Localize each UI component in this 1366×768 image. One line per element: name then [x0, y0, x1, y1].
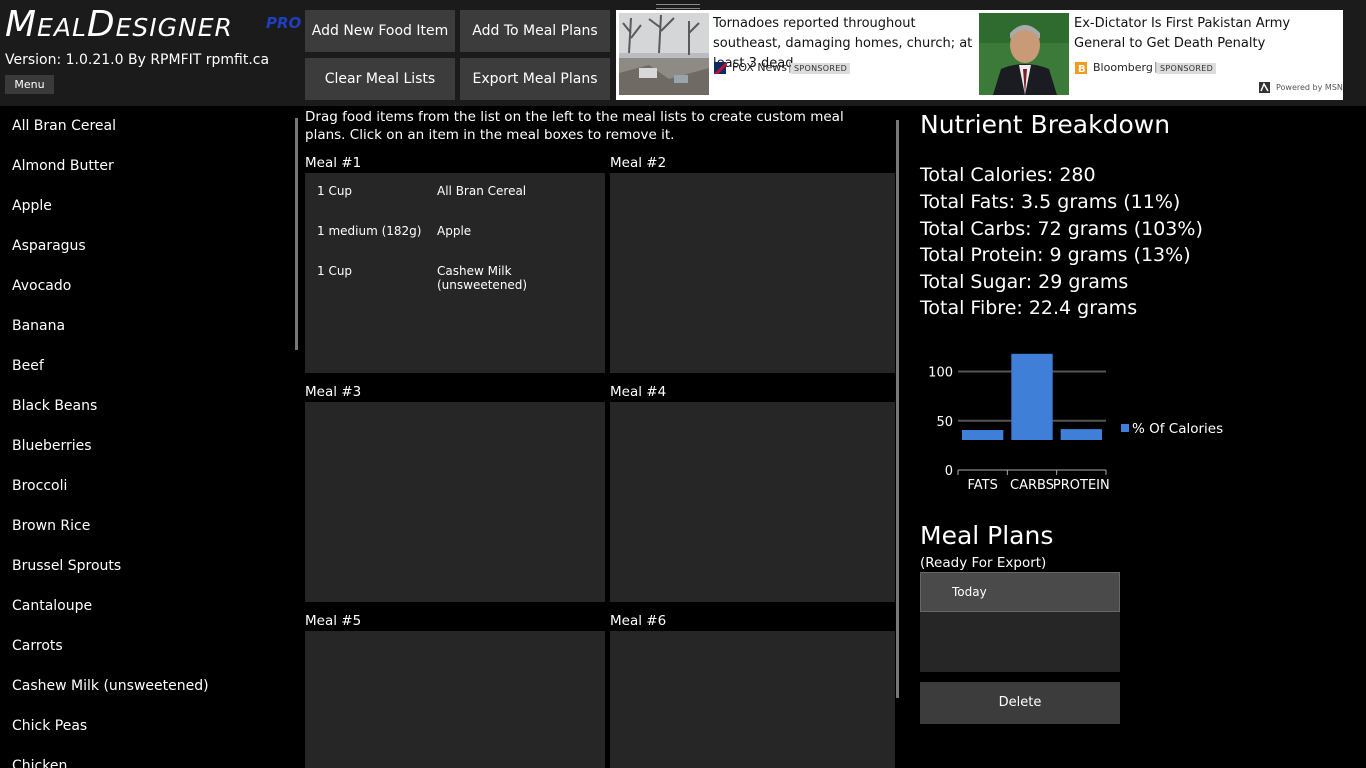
- meal-6-box[interactable]: [610, 631, 895, 768]
- food-list-item[interactable]: Brown Rice: [12, 518, 90, 534]
- meal-item-qty[interactable]: 1 medium (182g): [317, 224, 421, 238]
- food-list-item[interactable]: Almond Butter: [12, 158, 114, 174]
- food-list-item[interactable]: Brussel Sprouts: [12, 558, 121, 574]
- nutrient-breakdown-title: Nutrient Breakdown: [920, 110, 1171, 139]
- food-list-item[interactable]: Banana: [12, 318, 65, 334]
- x-tick-label: CARBS: [1010, 478, 1054, 493]
- y-tick-label: 0: [945, 464, 953, 479]
- svg-text:B: B: [1078, 64, 1086, 74]
- ad-image-portrait[interactable]: [979, 13, 1069, 95]
- meal-4-box[interactable]: [610, 402, 895, 602]
- instructions-text: Drag food items from the list on the lef…: [305, 109, 844, 143]
- food-list-item[interactable]: Carrots: [12, 638, 63, 654]
- calorie-chart: 0 50 100 FATS CARBSPROTEIN % Of Calories: [928, 353, 1223, 493]
- total-fibre: Total Fibre: 22.4 grams: [920, 297, 1138, 319]
- food-list-item[interactable]: Cashew Milk (unsweetened): [12, 678, 209, 694]
- y-tick-label: 50: [936, 415, 953, 430]
- food-list-item[interactable]: Apple: [12, 198, 52, 214]
- meal-plan-item[interactable]: Today: [920, 572, 1120, 612]
- meal-1-box[interactable]: 1 Cup All Bran Cereal 1 medium (182g) Ap…: [305, 173, 605, 373]
- meals-scrollbar[interactable]: [896, 120, 899, 698]
- total-protein: Total Protein: 9 grams (13%): [920, 244, 1191, 266]
- food-list-item[interactable]: Cantaloupe: [12, 598, 92, 614]
- meal-1-label: Meal #1: [305, 155, 362, 171]
- ad-banner[interactable]: Tornadoes reported throughout southeast,…: [616, 10, 1343, 100]
- food-list-item[interactable]: Black Beans: [12, 398, 97, 414]
- food-list-item[interactable]: Chick Peas: [12, 718, 87, 734]
- food-list-item[interactable]: Chicken: [12, 758, 67, 768]
- total-sugar: Total Sugar: 29 grams: [920, 271, 1129, 293]
- meal-2-box[interactable]: [610, 173, 895, 373]
- x-tick-label: FATS: [967, 478, 997, 493]
- meal-5-box[interactable]: [305, 631, 605, 768]
- total-carbs: Total Carbs: 72 grams (103%): [920, 218, 1203, 240]
- meal-plans-title: Meal Plans: [920, 521, 1054, 550]
- meal-3-box[interactable]: [305, 402, 605, 602]
- app-logo-pro: PRO: [266, 14, 302, 32]
- meal-plan-item-label: Today: [952, 585, 987, 599]
- meal-item-qty[interactable]: 1 Cup: [317, 184, 352, 198]
- food-list-item[interactable]: Broccoli: [12, 478, 67, 494]
- fox-news-logo-icon: [714, 62, 726, 74]
- x-tick-label: PROTEIN: [1053, 478, 1110, 493]
- ad-sponsored-tag-1: SPONSORED: [791, 63, 851, 74]
- ad-image-storm[interactable]: [619, 13, 709, 95]
- bar-carbs: [1011, 353, 1053, 440]
- total-calories: Total Calories: 280: [920, 164, 1096, 186]
- meal-5-label: Meal #5: [305, 613, 362, 629]
- ad-headline-2[interactable]: Ex-Dictator Is First Pakistan Army Gener…: [1074, 14, 1336, 54]
- add-new-food-item-button[interactable]: Add New Food Item: [305, 10, 455, 52]
- legend-swatch: [1121, 424, 1129, 432]
- powered-by-msn[interactable]: Powered by MSN: [1276, 83, 1343, 92]
- ad-grip-handle[interactable]: [656, 4, 700, 9]
- food-list[interactable]: All Bran Cereal Almond Butter Apple Asparag…: [0, 106, 296, 768]
- app-logo: MealDesigner: [5, 4, 233, 45]
- meal-item-name[interactable]: All Bran Cereal: [437, 184, 526, 198]
- meal-2-label: Meal #2: [610, 155, 667, 171]
- total-fats: Total Fats: 3.5 grams (11%): [920, 191, 1181, 213]
- bar-protein: [1060, 429, 1102, 440]
- y-tick-label: 100: [928, 366, 953, 381]
- food-list-item[interactable]: Asparagus: [12, 238, 86, 254]
- meal-3-label: Meal #3: [305, 384, 362, 400]
- food-list-item[interactable]: Avocado: [12, 278, 71, 294]
- ad-source-1: FOX News: [732, 61, 788, 74]
- msn-icon: [1259, 82, 1270, 93]
- legend-label: % Of Calories: [1132, 421, 1223, 437]
- add-to-meal-plans-button[interactable]: Add To Meal Plans: [460, 10, 610, 52]
- meal-plans-subtitle: (Ready For Export): [920, 555, 1047, 571]
- ad-sponsored-tag-2: SPONSORED: [1157, 63, 1217, 74]
- delete-button[interactable]: Delete: [920, 682, 1120, 724]
- clear-meal-lists-button[interactable]: Clear Meal Lists: [305, 58, 455, 100]
- version-text: Version: 1.0.21.0 By RPMFIT rpmfit.ca: [5, 52, 270, 68]
- bar-fats: [962, 430, 1004, 440]
- menu-button[interactable]: Menu: [5, 75, 54, 94]
- bloomberg-logo-icon: B: [1075, 62, 1087, 74]
- meal-item-name[interactable]: Cashew Milk (unsweetened): [437, 264, 605, 292]
- food-list-item[interactable]: Blueberries: [12, 438, 92, 454]
- meal-6-label: Meal #6: [610, 613, 667, 629]
- export-meal-plans-button[interactable]: Export Meal Plans: [460, 58, 610, 100]
- food-list-scrollbar[interactable]: [295, 118, 298, 350]
- food-list-item[interactable]: All Bran Cereal: [12, 118, 116, 134]
- ad-source-2: Bloomberg: [1093, 61, 1153, 74]
- meal-item-qty[interactable]: 1 Cup: [317, 264, 352, 278]
- meal-item-name[interactable]: Apple: [437, 224, 471, 238]
- meal-4-label: Meal #4: [610, 384, 667, 400]
- food-list-item[interactable]: Beef: [12, 358, 44, 374]
